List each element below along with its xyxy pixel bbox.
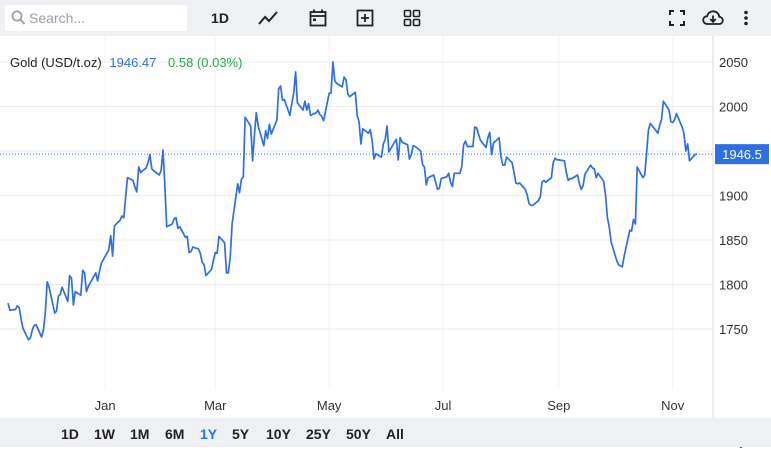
search-input[interactable] (29, 9, 179, 27)
fullscreen-icon (669, 10, 685, 26)
y-tick-label: 1900 (719, 189, 748, 204)
x-tick-label: Mar (204, 398, 227, 413)
range-6m-button[interactable]: 6M (165, 426, 184, 442)
last-price-label: 1946.5 (722, 147, 762, 162)
y-tick-label: 1750 (719, 322, 748, 337)
range-1m-button[interactable]: 1M (130, 426, 149, 442)
legend-price: 1946.47 (109, 55, 156, 70)
range-all-button[interactable]: All (386, 426, 404, 442)
x-tick-label: May (317, 398, 342, 413)
add-box-icon (356, 9, 374, 27)
legend-change: 0.58 (0.03%) (168, 55, 242, 70)
svg-text:Gold (USD/t.oz) 1946.4: Gold (USD/t.oz) 1946.47 0.58 (0.03%) (10, 55, 242, 70)
legend-name: Gold (USD/t.oz) (10, 55, 102, 70)
line-chart-icon (258, 11, 278, 25)
search-box (5, 5, 187, 31)
top-toolbar: 1D (0, 0, 771, 36)
x-tick-label: Sep (547, 398, 570, 413)
more-vert-icon (744, 10, 748, 26)
range-5y-button[interactable]: 5Y (232, 426, 249, 442)
y-tick-label: 1850 (719, 233, 748, 248)
x-axis: Jan Mar May Jul Sep Nov (95, 398, 685, 413)
search-icon (11, 10, 26, 25)
calendar-icon (309, 9, 327, 27)
date-range-button[interactable] (307, 5, 329, 31)
chart-legend: Gold (USD/t.oz) 1946.47 0.58 (0.03%) (10, 55, 242, 70)
x-tick-label: Jul (435, 398, 452, 413)
range-1y-button[interactable]: 1Y (200, 426, 217, 442)
chart-type-button[interactable] (256, 5, 280, 31)
layout-button[interactable] (401, 5, 423, 31)
grid-icon (403, 9, 421, 27)
range-10y-button[interactable]: 10Y (266, 426, 291, 442)
x-tick-label: Jan (95, 398, 116, 413)
grid-lines (0, 36, 712, 390)
x-tick-label: Nov (661, 398, 685, 413)
download-button[interactable] (702, 5, 724, 31)
add-indicator-button[interactable] (354, 5, 376, 31)
y-axis: 1750180018501900195020002050 (712, 36, 748, 418)
range-25y-button[interactable]: 25Y (306, 426, 331, 442)
range-1d-button[interactable]: 1D (61, 426, 79, 442)
more-menu-button[interactable] (737, 5, 755, 31)
chart-area: 1750180018501900195020002050 JanMarMayJu… (0, 36, 771, 449)
series-line-gold (7, 61, 698, 341)
last-price-badge: 1946.5 (715, 144, 769, 165)
y-tick-label: 1800 (719, 278, 748, 293)
range-1w-button[interactable]: 1W (94, 426, 115, 442)
range-50y-button[interactable]: 50Y (346, 426, 371, 442)
price-chart[interactable]: 1750180018501900195020002050 JanMarMayJu… (0, 36, 771, 418)
fullscreen-button[interactable] (667, 5, 687, 31)
y-tick-label: 2000 (719, 100, 748, 115)
y-tick-label: 2050 (719, 55, 748, 70)
interval-button[interactable]: 1D (206, 5, 234, 31)
cloud-download-icon (702, 10, 724, 25)
range-bar: 1D 1W 1M 6M 1Y 5Y 10Y 25Y 50Y All (0, 418, 771, 447)
